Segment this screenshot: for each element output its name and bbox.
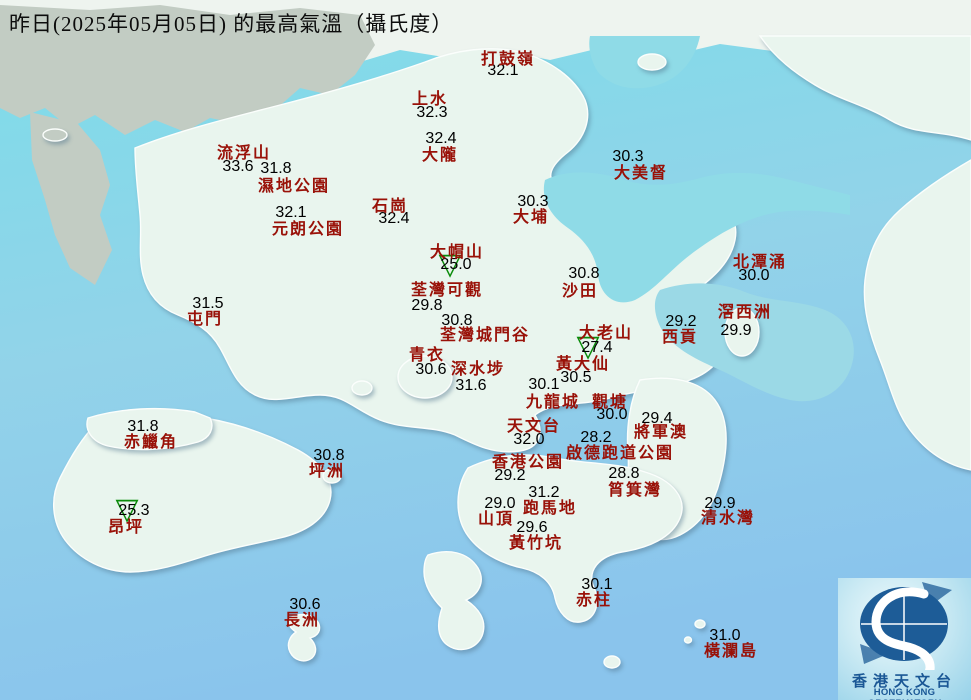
station-name: 滘西洲: [717, 304, 773, 321]
station-name: 九龍城: [525, 394, 581, 411]
station-name: 赤柱: [575, 592, 613, 609]
station-name: 大埔: [512, 209, 550, 226]
station-name: 荃灣城門谷: [439, 327, 531, 344]
station-name: 上水: [411, 91, 449, 108]
station-name: 青衣: [408, 347, 446, 364]
station-name: 坪洲: [308, 463, 346, 480]
station-name: 大隴: [421, 147, 459, 164]
station-name: 北潭涌: [732, 254, 788, 271]
station-name: 赤鱲角: [123, 434, 179, 451]
hko-logo-english: HONG KONG OBSERVATORY: [868, 687, 941, 700]
station-name: 石崗: [371, 198, 409, 215]
station-name: 將軍澳: [633, 424, 689, 441]
station-name: 觀塘: [591, 394, 629, 411]
station-name: 跑馬地: [522, 500, 578, 517]
station-name: 荃灣可觀: [410, 282, 484, 299]
station-name: 元朗公園: [271, 221, 345, 238]
station-name: 黃竹坑: [508, 535, 564, 552]
station-temperature: 31.6: [455, 377, 487, 394]
station-name: 筲箕灣: [607, 482, 663, 499]
station-name: 黃大仙: [555, 356, 611, 373]
hko-logo-emblem: [860, 582, 952, 691]
stations-layer: 32.1 打鼓嶺 32.3 上水 32.4 大隴 30.3 大美督 33.6 流浮山 31.8 濕地公…: [0, 0, 971, 700]
station-name: 香港公園: [491, 454, 565, 471]
station-name: 啟德跑道公園: [565, 445, 675, 462]
station-name: 昂坪: [107, 519, 145, 536]
weather-map-page: 昨日(2025年05月05日) 的最高氣溫（攝氏度） 32.1 打鼓嶺 32.3 上水…: [0, 0, 971, 700]
station-name: 天文台: [506, 418, 562, 435]
station-name: 長洲: [283, 612, 321, 629]
hko-logo: 香港天文台 HONG KONG OBSERVATORY: [838, 578, 971, 700]
station-name: 打鼓嶺: [480, 51, 536, 68]
station-name: 大帽山: [429, 244, 485, 261]
station-name: 大老山: [578, 325, 634, 342]
station-temperature: 29.9: [720, 322, 752, 339]
station-name: 大美督: [613, 165, 669, 182]
station-name: 西貢: [661, 329, 699, 346]
station-name: 沙田: [561, 283, 599, 300]
station-name: 清水灣: [700, 510, 756, 527]
station-name: 橫瀾島: [703, 643, 759, 660]
station-name: 山頂: [477, 511, 515, 528]
station-name: 深水埗: [450, 361, 506, 378]
station-name: 濕地公園: [257, 178, 331, 195]
station-name: 屯門: [186, 311, 224, 328]
